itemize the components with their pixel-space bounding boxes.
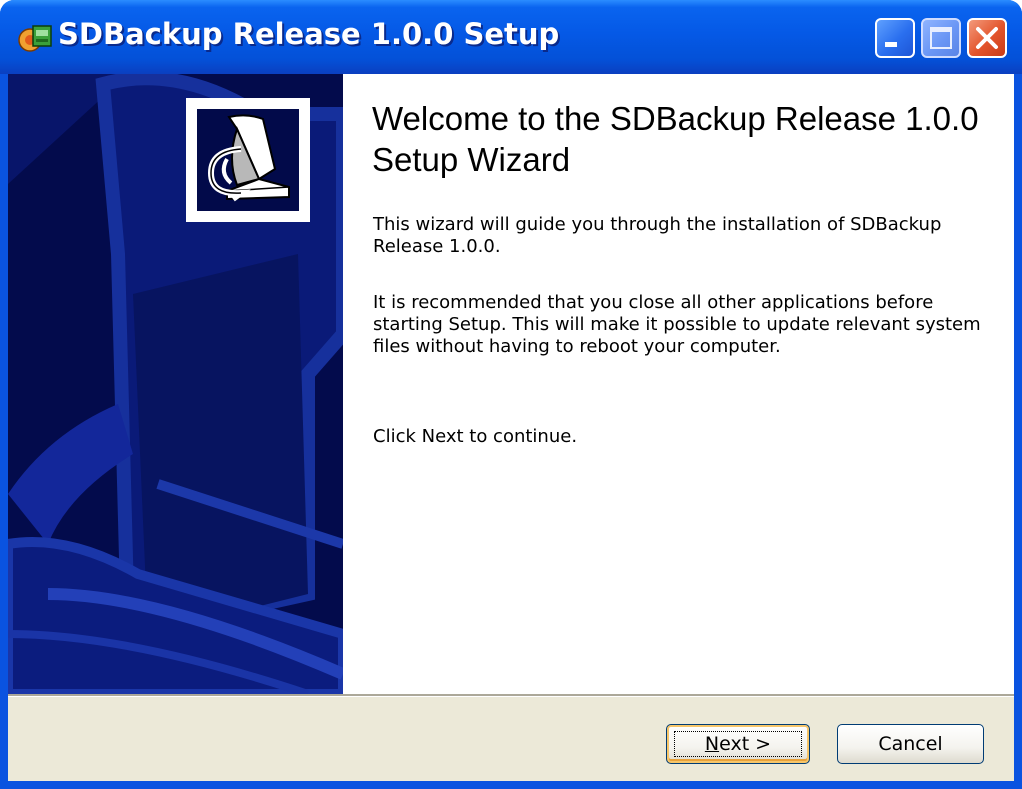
page-title: Welcome to the SDBackup Release 1.0.0 Se… bbox=[372, 100, 979, 178]
focus-rectangle bbox=[674, 731, 802, 757]
close-button[interactable] bbox=[967, 18, 1007, 58]
hero-image-frame bbox=[186, 98, 310, 222]
wizard-client-area: Welcome to the SDBackup Release 1.0.0 Se… bbox=[8, 74, 1014, 781]
recommendation-text: It is recommended that you close all oth… bbox=[373, 292, 981, 357]
intro-text: This wizard will guide you through the i… bbox=[373, 214, 942, 257]
computer-backup-icon bbox=[197, 109, 299, 211]
title-bar[interactable]: SDBackup Release 1.0.0 Setup bbox=[0, 0, 1022, 74]
installer-box-icon[interactable] bbox=[18, 20, 54, 56]
maximize-icon bbox=[930, 27, 952, 49]
cancel-button[interactable]: Cancel bbox=[837, 724, 984, 764]
next-button[interactable]: Next > bbox=[666, 724, 810, 764]
continue-instruction: Click Next to continue. bbox=[373, 426, 578, 447]
close-icon bbox=[976, 27, 998, 49]
window-title: SDBackup Release 1.0.0 Setup bbox=[58, 17, 560, 51]
maximize-button[interactable] bbox=[921, 18, 961, 58]
footer-divider bbox=[8, 694, 1014, 697]
wizard-content: Welcome to the SDBackup Release 1.0.0 Se… bbox=[343, 74, 1014, 694]
cancel-label: Cancel bbox=[878, 733, 943, 755]
button-bar: Next > Cancel bbox=[8, 694, 1014, 781]
minimize-icon bbox=[885, 42, 897, 47]
minimize-button[interactable] bbox=[875, 18, 915, 58]
wizard-banner bbox=[8, 74, 343, 694]
setup-window: SDBackup Release 1.0.0 Setup Welcome to … bbox=[0, 0, 1022, 789]
